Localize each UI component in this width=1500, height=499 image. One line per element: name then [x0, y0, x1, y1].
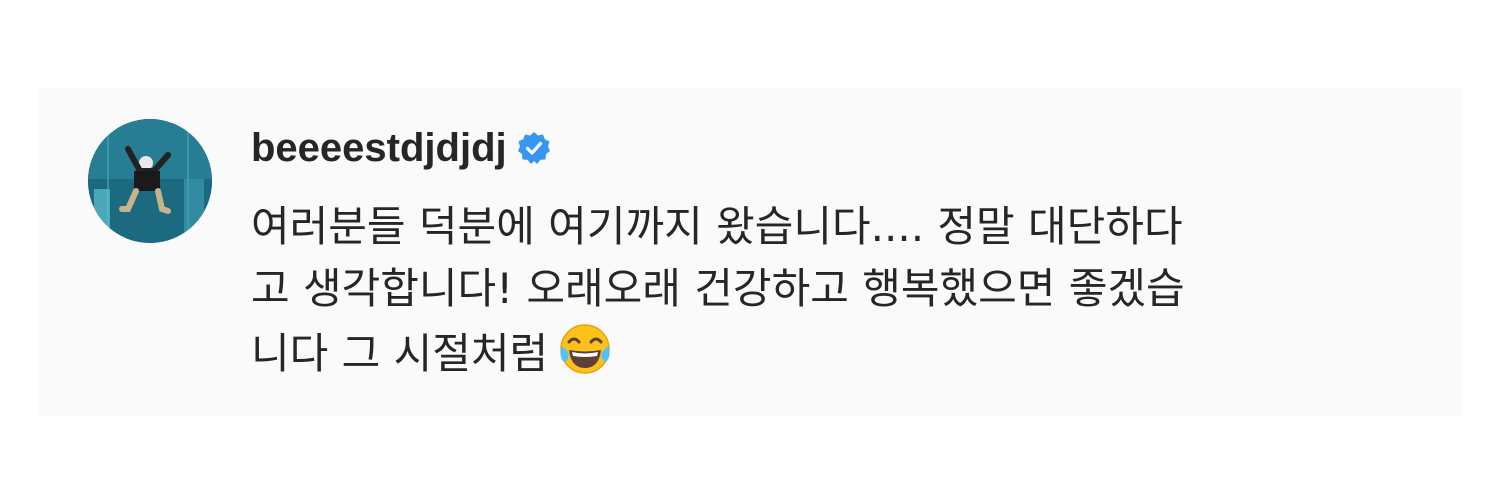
username-row: beeeestdjdjdj	[251, 120, 551, 176]
comment-line-3: 니다 그 시절처럼	[251, 320, 1391, 385]
comment-line-3-text: 니다 그 시절처럼	[251, 329, 549, 378]
avatar[interactable]	[88, 119, 212, 243]
avatar-photo	[88, 119, 212, 243]
comment-line-2: 고 생각합니다! 오래오래 건강하고 행복했으면 좋겠습	[251, 264, 1185, 313]
verified-badge-icon	[517, 131, 551, 165]
comment-line-1: 여러분들 덕분에 여기까지 왔습니다.... 정말 대단하다	[251, 202, 1183, 251]
comment-text: 여러분들 덕분에 여기까지 왔습니다.... 정말 대단하다 고 생각합니다! …	[251, 196, 1391, 385]
username[interactable]: beeeestdjdjdj	[251, 120, 507, 176]
face-with-tears-of-joy-icon	[556, 320, 614, 378]
comment-card: beeeestdjdjdj 여러분들 덕분에 여기까지 왔습니다.... 정말 …	[38, 88, 1462, 416]
